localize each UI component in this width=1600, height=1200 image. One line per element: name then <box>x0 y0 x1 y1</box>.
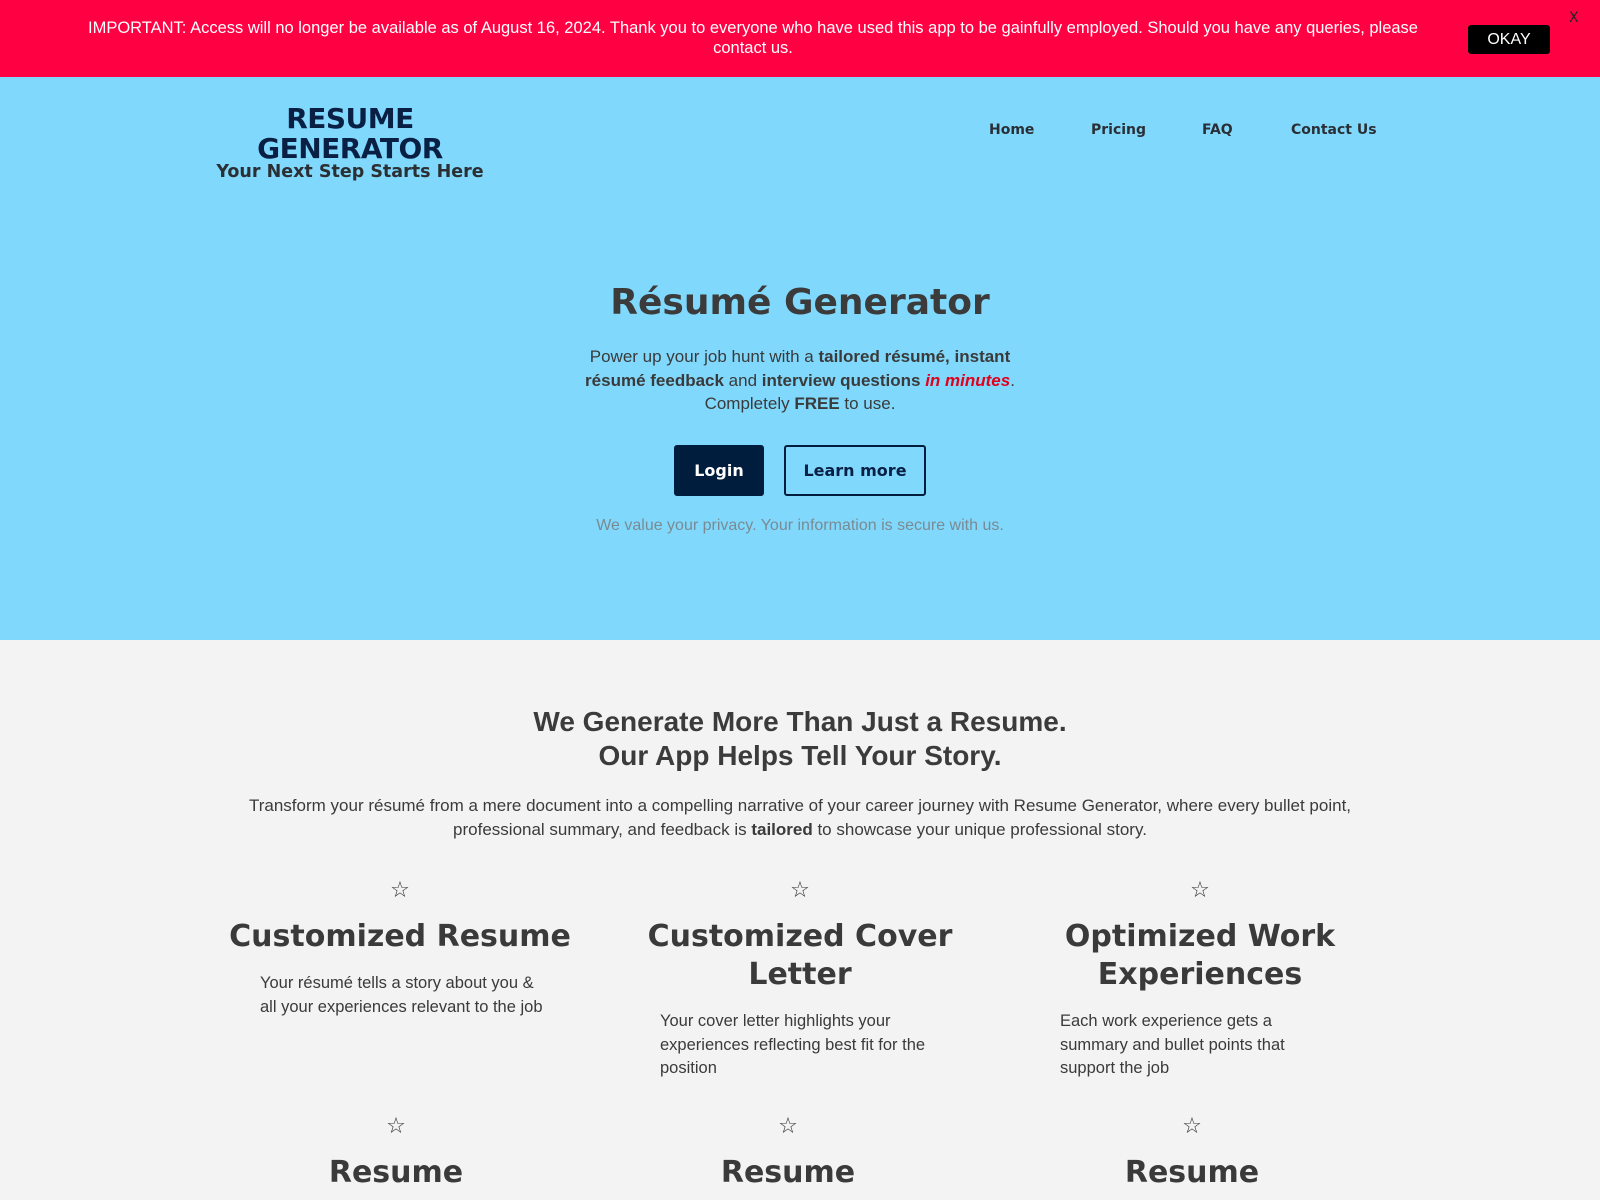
learn-more-button[interactable]: Learn more <box>784 445 926 496</box>
feature-card: ☆ Customized Resume Your résumé tells a … <box>220 878 580 1019</box>
feature-title: Resume <box>1124 1155 1260 1190</box>
privacy-note: We value your privacy. Your information … <box>596 517 1004 534</box>
section-desc-bold: tailored <box>751 820 813 839</box>
feature-title: Customized Resume <box>229 919 571 954</box>
feature-card: ☆ Resume <box>608 1114 968 1192</box>
feature-title: Resume <box>720 1155 856 1190</box>
logo-subtitle: Your Next Step Starts Here <box>216 162 484 182</box>
hero-description: Power up your job hunt with a tailored r… <box>560 345 1040 416</box>
section-desc-text: to showcase your unique professional sto… <box>812 820 1147 839</box>
star-outline-icon: ☆ <box>390 878 410 903</box>
star-outline-icon: ☆ <box>778 1114 798 1139</box>
nav-pricing[interactable]: Pricing <box>1091 122 1146 138</box>
hero-title: Résumé Generator <box>610 282 990 323</box>
hero-desc-text: Power up your job hunt with a <box>589 347 819 366</box>
star-outline-icon: ☆ <box>790 878 810 903</box>
announcement-banner: IMPORTANT: Access will no longer be avai… <box>0 0 1600 77</box>
section-description: Transform your résumé from a mere docume… <box>205 794 1395 842</box>
feature-card: ☆ Resume <box>1012 1114 1372 1192</box>
hero-desc-highlight: in minutes <box>925 370 1011 390</box>
feature-description: Your cover letter highlights your experi… <box>660 1012 926 1077</box>
star-outline-icon: ☆ <box>1182 1114 1202 1139</box>
nav-home[interactable]: Home <box>989 122 1034 138</box>
section-title-line-1: We Generate More Than Just a Resume. <box>533 706 1067 737</box>
nav-contact-us[interactable]: Contact Us <box>1291 122 1377 138</box>
feature-title: Customized Cover Letter <box>647 919 953 992</box>
hero-desc-text: and <box>723 370 762 390</box>
hero-desc-text: to use. <box>839 394 896 413</box>
feature-description: Your résumé tells a story about you & al… <box>260 974 543 1016</box>
okay-button[interactable]: OKAY <box>1468 25 1550 54</box>
star-outline-icon: ☆ <box>386 1114 406 1139</box>
feature-card: ☆ Resume <box>216 1114 576 1192</box>
section-title: We Generate More Than Just a Resume. Our… <box>0 705 1600 773</box>
feature-description: Each work experience gets a summary and … <box>1060 1012 1285 1077</box>
star-outline-icon: ☆ <box>1190 878 1210 903</box>
feature-card: ☆ Optimized Work Experiences Each work e… <box>1020 878 1380 1081</box>
feature-title: Optimized Work Experiences <box>1064 919 1336 992</box>
main-nav: Home Pricing FAQ Contact Us <box>0 122 1600 142</box>
login-button[interactable]: Login <box>674 445 764 496</box>
section-title-line-2: Our App Helps Tell Your Story. <box>598 740 1002 771</box>
nav-faq[interactable]: FAQ <box>1202 122 1233 138</box>
hero-desc-bold: interview questions <box>761 370 921 390</box>
feature-card: ☆ Customized Cover Letter Your cover let… <box>620 878 980 1081</box>
feature-title: Resume <box>328 1155 464 1190</box>
hero-desc-bold: FREE <box>794 394 840 413</box>
logo[interactable]: RESUME GENERATOR Your Next Step Starts H… <box>199 104 501 183</box>
banner-message: IMPORTANT: Access will no longer be avai… <box>88 19 1418 57</box>
close-icon[interactable]: X <box>1569 10 1579 26</box>
